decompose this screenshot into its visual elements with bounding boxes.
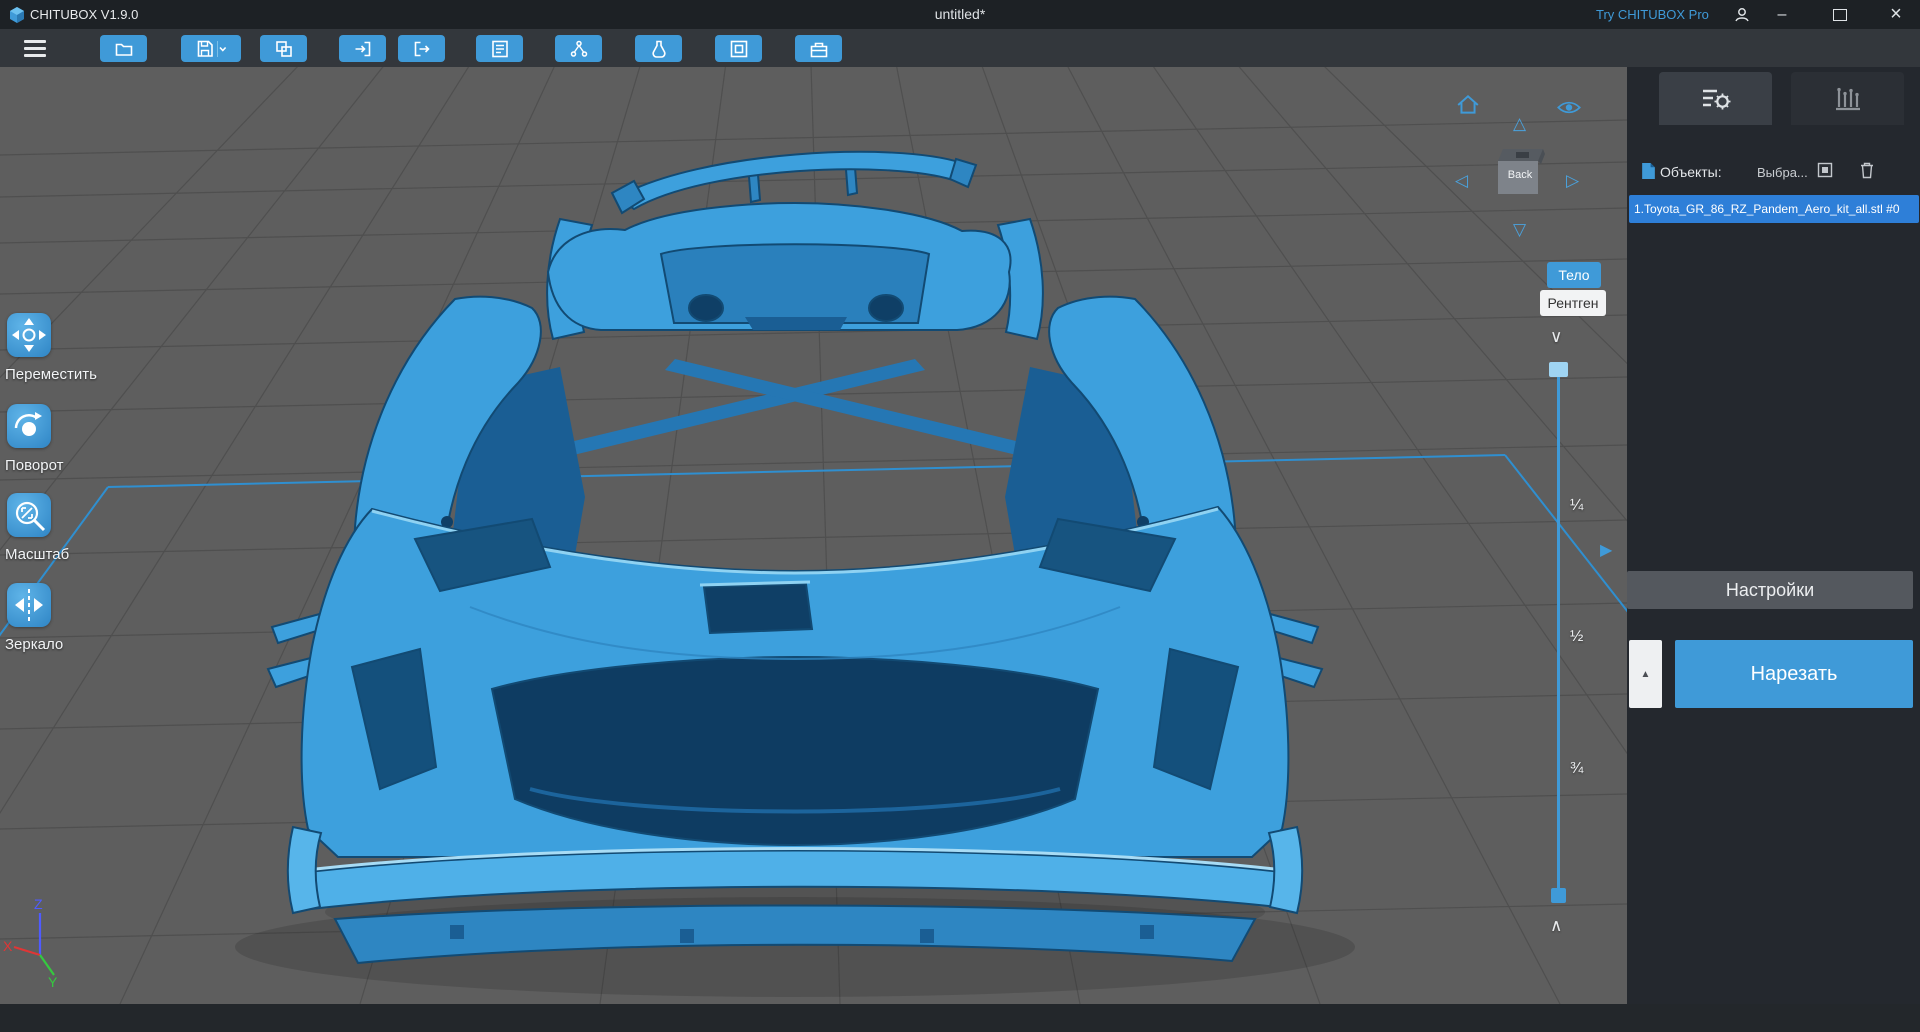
maximize-icon [1833,8,1847,21]
chevron-down-icon [218,46,226,52]
clone-icon [275,40,292,57]
import-button[interactable] [339,35,386,62]
objects-label: Объекты: [1660,164,1722,180]
list-icon [491,40,508,57]
save-button[interactable] [181,35,241,62]
app-title: CHITUBOX V1.9.0 [30,7,139,22]
axis-x-label: X [3,938,13,954]
xray-mode-button[interactable]: Рентген [1540,290,1606,316]
tab-settings[interactable] [1659,72,1772,125]
tab-support[interactable] [1791,72,1904,125]
clip-slider-handle-top[interactable] [1549,362,1568,377]
network-icon [570,40,587,57]
panel-expand-arrow[interactable]: ▶ [1600,540,1612,560]
move-icon [12,318,46,352]
slider-quarter-label: ¼ [1570,497,1584,514]
slider-caret-top[interactable]: ∨ [1550,327,1562,347]
menu-button[interactable] [24,40,46,61]
export-button[interactable] [398,35,445,62]
eye-icon [1557,101,1581,114]
mirror-tool-label: Зеркало [5,636,64,653]
delete-button[interactable] [1859,161,1875,179]
clone-button[interactable] [260,35,307,62]
toolbox-button[interactable] [795,35,842,62]
scale-icon [15,501,46,532]
status-bar [0,1004,1920,1032]
rotate-icon [14,412,42,436]
box-icon [810,42,827,57]
slice-button[interactable]: Нарезать [1675,640,1913,708]
flask-icon [651,40,666,58]
clip-slider-handle-bottom[interactable] [1551,888,1566,903]
rotate-left-arrow[interactable]: ◁ [1455,172,1468,189]
move-tool-label: Переместить [5,366,97,383]
scale-tool-button[interactable] [7,493,51,537]
open-button[interactable] [100,35,147,62]
slider-caret-bottom[interactable]: ∧ [1550,916,1562,936]
folder-icon [115,43,132,56]
arrow-out-icon [414,41,430,56]
rotate-up-arrow[interactable]: △ [1513,115,1526,132]
arrow-in-icon [355,41,370,56]
axis-gizmo: Z X Y [3,897,58,989]
layout-button[interactable] [476,35,523,62]
viewport-3d[interactable] [0,67,1627,1004]
object-list-item[interactable]: 1.Toyota_GR_86_RZ_Pandem_Aero_kit_all.st… [1629,195,1919,223]
dig-hole-button[interactable] [715,35,762,62]
title-bar: CHITUBOX V1.9.0 untitled* Try CHITUBOX P… [0,0,1920,29]
slider-three-quarter-label: ¾ [1570,760,1584,777]
scale-tool-label: Масштаб [5,546,70,563]
rotate-tool-label: Поворот [5,457,64,474]
selection-label: Выбра... [1757,165,1808,180]
clip-slider-track[interactable] [1557,367,1560,902]
view-cube[interactable]: Back [1492,145,1548,201]
home-view-button[interactable] [1456,94,1484,122]
close-button[interactable]: × [1876,0,1916,29]
save-icon [197,40,226,57]
body-mode-button[interactable]: Тело [1547,262,1601,288]
person-icon [1735,7,1749,21]
group-button[interactable] [555,35,602,62]
slider-half-label: ½ [1570,628,1584,645]
frame-icon [730,40,747,57]
account-button[interactable] [1722,0,1762,29]
try-pro-link[interactable]: Try CHITUBOX Pro [1596,7,1709,22]
document-icon [1642,163,1655,179]
app-logo-icon [10,7,24,23]
axis-z-label: Z [34,897,43,912]
rotate-down-arrow[interactable]: ▽ [1513,221,1526,238]
mirror-tool-button[interactable] [7,583,51,627]
support-tab-icon [1835,87,1860,110]
settings-tab-icon [1702,89,1730,109]
minimize-button[interactable]: – [1762,0,1802,29]
visibility-button[interactable] [1556,100,1582,120]
settings-button[interactable]: Настройки [1627,571,1913,609]
chitubox-window: CHITUBOX V1.9.0 untitled* Try CHITUBOX P… [0,0,1920,1032]
axis-y-label: Y [48,974,58,989]
move-tool-button[interactable] [7,313,51,357]
right-panel: Объекты: Выбра... 1.Toyota_GR_86_RZ_Pand… [1627,67,1920,1004]
slice-options-toggle[interactable]: ▲ [1629,640,1662,708]
select-all-button[interactable] [1817,162,1833,178]
mirror-icon [15,589,43,621]
hollow-button[interactable] [635,35,682,62]
maximize-button[interactable] [1820,0,1860,29]
rotate-right-arrow[interactable]: ▷ [1566,172,1579,189]
view-cube-graphic [1498,149,1545,194]
rotate-tool-button[interactable] [7,404,51,448]
home-icon [1457,94,1479,114]
